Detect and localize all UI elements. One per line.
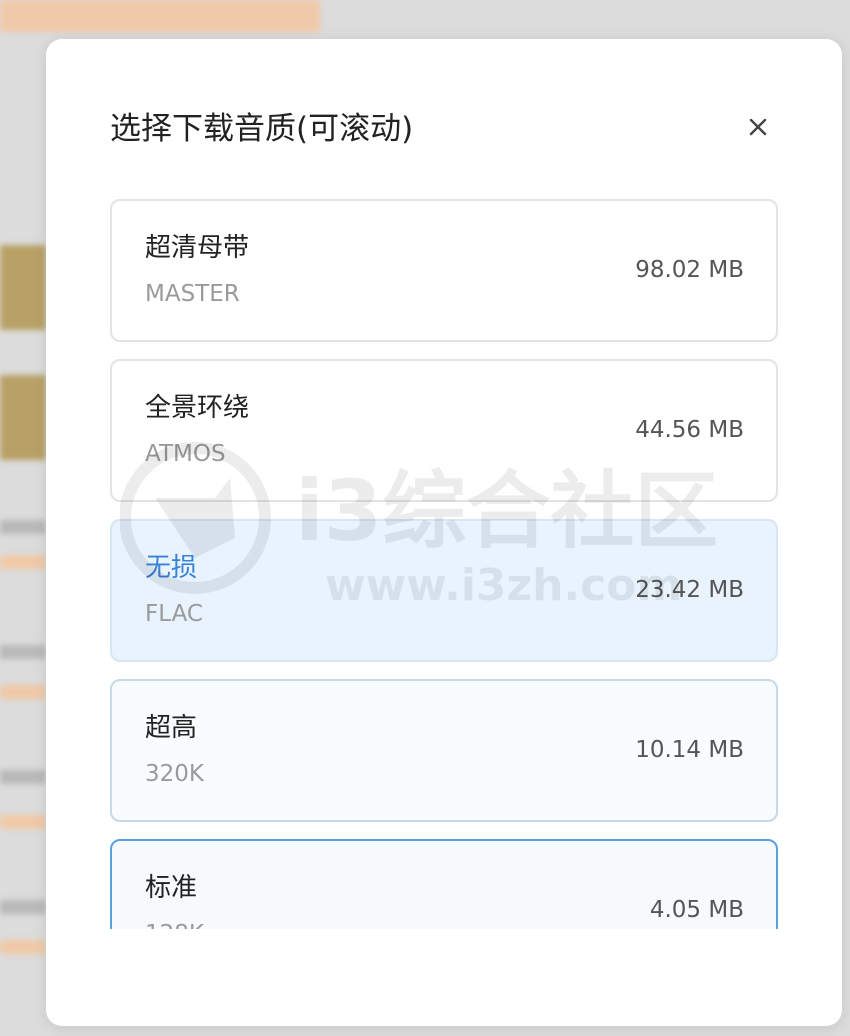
background-thumbnail	[0, 375, 46, 460]
option-code: MASTER	[145, 281, 240, 307]
background-list-line	[0, 940, 46, 954]
option-size: 4.05 MB	[649, 897, 744, 923]
option-size: 98.02 MB	[635, 257, 744, 283]
quality-select-dialog: 选择下载音质(可滚动) 超清母带 MASTER 98.02 MB 全景环绕 AT…	[46, 39, 842, 1026]
quality-option-flac[interactable]: 无损 FLAC 23.42 MB	[110, 519, 778, 662]
background-list-line	[0, 770, 46, 784]
quality-option-list[interactable]: 超清母带 MASTER 98.02 MB 全景环绕 ATMOS 44.56 MB…	[110, 199, 778, 929]
option-size: 44.56 MB	[635, 417, 744, 443]
option-size: 10.14 MB	[635, 737, 744, 763]
option-size: 23.42 MB	[635, 577, 744, 603]
close-button[interactable]	[740, 109, 776, 145]
background-list-line	[0, 555, 46, 569]
background-list-line	[0, 520, 46, 534]
background-thumbnail	[0, 245, 46, 330]
option-code: ATMOS	[145, 441, 226, 467]
option-name: 超高	[145, 713, 198, 743]
option-code: 128K	[145, 921, 204, 929]
quality-option-atmos[interactable]: 全景环绕 ATMOS 44.56 MB	[110, 359, 778, 502]
background-list-line	[0, 685, 46, 699]
option-code: FLAC	[145, 601, 203, 627]
option-name: 无损	[145, 553, 198, 583]
quality-option-master[interactable]: 超清母带 MASTER 98.02 MB	[110, 199, 778, 342]
dialog-title: 选择下载音质(可滚动)	[110, 111, 414, 147]
background-header-strip	[0, 0, 320, 32]
option-name: 超清母带	[145, 233, 250, 263]
option-name: 全景环绕	[145, 393, 250, 423]
option-code: 320K	[145, 761, 204, 787]
quality-option-320k[interactable]: 超高 320K 10.14 MB	[110, 679, 778, 822]
option-name: 标准	[145, 873, 198, 903]
background-list-line	[0, 645, 46, 659]
background-list-line	[0, 815, 46, 829]
close-icon	[749, 118, 767, 136]
background-list-line	[0, 900, 46, 914]
quality-option-128k[interactable]: 标准 128K 4.05 MB	[110, 839, 778, 929]
